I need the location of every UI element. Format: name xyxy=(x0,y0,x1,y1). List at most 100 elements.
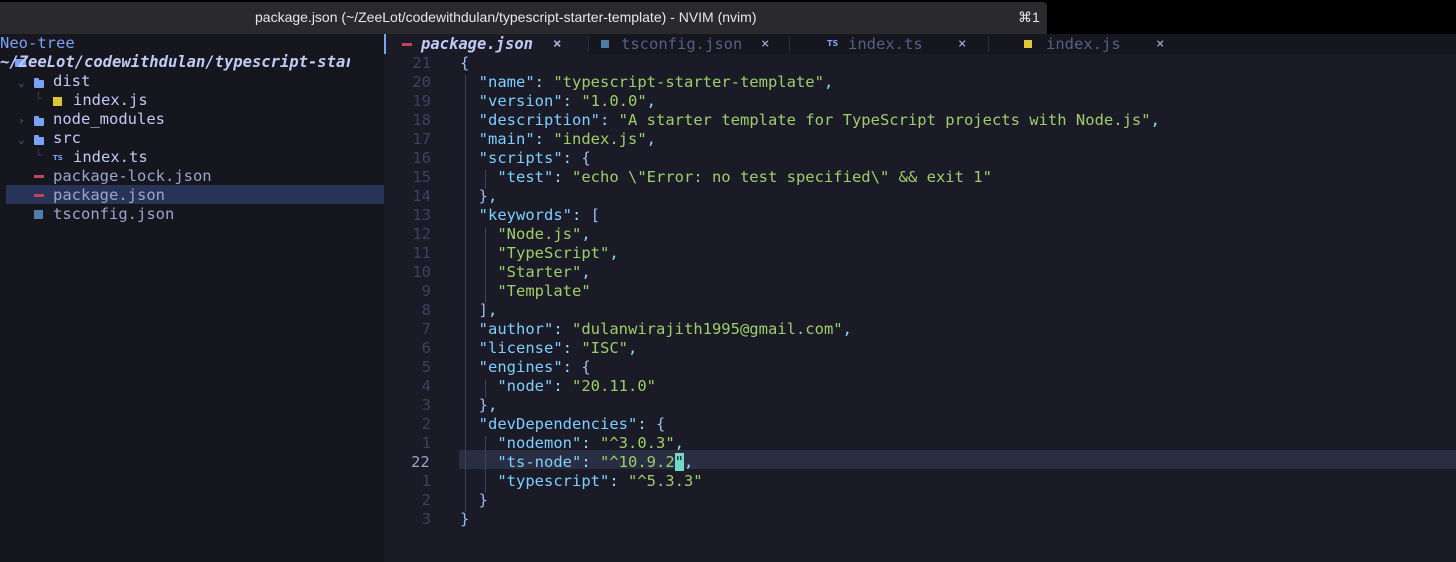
tab-label: index.ts xyxy=(848,35,923,53)
code-line: { xyxy=(460,54,470,72)
code-line: "description": "A starter template for T… xyxy=(478,111,1160,129)
json-string: "typescript-starter-template" xyxy=(553,73,824,91)
line-number: 21 xyxy=(412,54,431,72)
line-number: 2 xyxy=(421,491,431,509)
json-key: "nodemon" xyxy=(497,434,582,452)
code-line: } xyxy=(478,491,489,509)
line-number: 16 xyxy=(412,149,431,167)
tree-item-index-js[interactable]: index.js xyxy=(73,91,148,110)
close-icon[interactable]: × xyxy=(553,34,561,54)
line-number: 19 xyxy=(412,92,431,110)
json-string: "1.0.0" xyxy=(581,92,647,110)
json-key: "name" xyxy=(478,73,535,91)
tab-label: index.js xyxy=(1046,35,1121,53)
code-line: }, xyxy=(478,187,498,205)
line-number: 14 xyxy=(412,187,431,205)
json-string: "ISC" xyxy=(581,339,629,357)
tree-guide: └ xyxy=(35,149,42,162)
tab-label: package.json xyxy=(421,35,533,53)
json-key: "keywords" xyxy=(478,206,572,224)
code-line: "author": "dulanwirajith1995@gmail.com", xyxy=(478,320,852,338)
chevron-right-icon[interactable]: › xyxy=(18,114,25,127)
code-line: "Node.js", xyxy=(497,225,591,243)
folder-icon xyxy=(34,116,44,126)
json-string: "^5.3.3" xyxy=(627,472,703,490)
neo-tree-sidebar: Neo-tree ~/ZeeLot/codewithdulan/typescri… xyxy=(0,34,384,562)
json-string: "^3.0.3" xyxy=(600,434,675,452)
editor-pane[interactable]: 21 20 19 18 17 16 15 14 13 12 11 10 9 8 7 6 5 4 3 2 1 22 1 2 3 {… xyxy=(387,54,1456,562)
line-number: 15 xyxy=(412,168,431,186)
json-string: "^10.9.2 xyxy=(600,453,675,471)
tree-item-dist[interactable]: dist xyxy=(53,72,90,91)
tab-shortcut: ⌘1 xyxy=(1018,9,1040,25)
json-string: "Starter" xyxy=(497,263,582,281)
tab-package-json[interactable]: package.json × xyxy=(387,34,587,54)
chevron-down-icon[interactable]: ⌄ xyxy=(18,133,25,146)
line-number: 10 xyxy=(412,263,431,281)
line-number: 4 xyxy=(421,377,431,395)
ts-icon: TS xyxy=(827,39,839,48)
text-cursor: " xyxy=(674,453,684,471)
json-string: "TypeScript" xyxy=(497,244,610,262)
line-number: 7 xyxy=(421,320,431,338)
json-key: "author" xyxy=(478,320,554,338)
json-string: "dulanwirajith1995@gmail.com" xyxy=(572,320,843,338)
line-number: 2 xyxy=(421,415,431,433)
folder-icon xyxy=(34,135,44,145)
close-icon[interactable]: × xyxy=(761,34,769,54)
json-key: "license" xyxy=(478,339,563,357)
tree-item-src[interactable]: src xyxy=(53,129,81,148)
tab-index-ts[interactable]: TS index.ts × xyxy=(790,34,988,54)
tsconfig-icon xyxy=(601,40,609,48)
json-icon xyxy=(402,43,412,46)
close-icon[interactable]: × xyxy=(1156,34,1164,54)
code-line: "nodemon": "^3.0.3", xyxy=(497,434,684,452)
close-icon[interactable]: × xyxy=(958,34,966,54)
ts-file-icon: TS xyxy=(53,154,63,162)
json-string: "Node.js" xyxy=(497,225,582,243)
tree-item-node-modules[interactable]: node_modules xyxy=(53,110,165,129)
tab-index-js[interactable]: index.js × xyxy=(989,34,1189,54)
code-line: "Starter", xyxy=(497,263,591,281)
code-line: "TypeScript", xyxy=(497,244,619,262)
code-line: "scripts": { xyxy=(478,149,591,167)
tree-item-tsconfig-json[interactable]: tsconfig.json xyxy=(53,205,174,224)
line-number: 13 xyxy=(412,206,431,224)
code-line: ], xyxy=(478,301,498,319)
json-string: "A starter template for TypeScript proje… xyxy=(618,111,1151,129)
line-number: 1 xyxy=(421,472,431,490)
line-number: 18 xyxy=(412,111,431,129)
code-line: "main": "index.js", xyxy=(478,130,657,148)
line-number-current: 22 xyxy=(411,453,430,471)
tree-root-path[interactable]: ~/ZeeLot/codewithdulan/typescript-starte… xyxy=(0,53,350,72)
window-title: package.json (~/ZeeLot/codewithdulan/typ… xyxy=(255,9,757,25)
folder-icon xyxy=(34,78,44,88)
line-number: 3 xyxy=(421,396,431,414)
js-icon xyxy=(1024,40,1032,48)
json-key: "engines" xyxy=(478,358,563,376)
tab-tsconfig-json[interactable]: tsconfig.json × xyxy=(589,34,789,54)
code-line: "node": "20.11.0" xyxy=(497,377,656,395)
json-key: "devDependencies" xyxy=(478,415,638,433)
code-line: "version": "1.0.0", xyxy=(478,92,657,110)
code-line: "license": "ISC", xyxy=(478,339,638,357)
code-line: "engines": { xyxy=(478,358,591,376)
line-number: 17 xyxy=(412,130,431,148)
json-key: "typescript" xyxy=(497,472,610,490)
code-line: "name": "typescript-starter-template", xyxy=(478,73,834,91)
json-string: "20.11.0" xyxy=(572,377,656,395)
line-number: 5 xyxy=(421,358,431,376)
line-number: 9 xyxy=(421,282,431,300)
json-file-icon xyxy=(34,194,44,197)
chevron-down-icon[interactable]: ⌄ xyxy=(18,76,25,89)
code-line: "test": "echo \"Error: no test specified… xyxy=(497,168,992,186)
tree-item-package-lock-json[interactable]: package-lock.json xyxy=(53,167,212,186)
code-line: "Template" xyxy=(460,282,590,301)
tree-item-index-ts[interactable]: index.ts xyxy=(73,148,148,167)
tree-guide: └ xyxy=(35,92,42,105)
json-string: "echo \"Error: no test specified\" && ex… xyxy=(572,168,992,186)
line-number: 11 xyxy=(412,244,431,262)
tab-label: tsconfig.json xyxy=(621,35,743,53)
tree-item-package-json[interactable]: package.json xyxy=(53,186,165,205)
buffer-tabline: package.json × tsconfig.json × TS index.… xyxy=(387,34,1456,54)
